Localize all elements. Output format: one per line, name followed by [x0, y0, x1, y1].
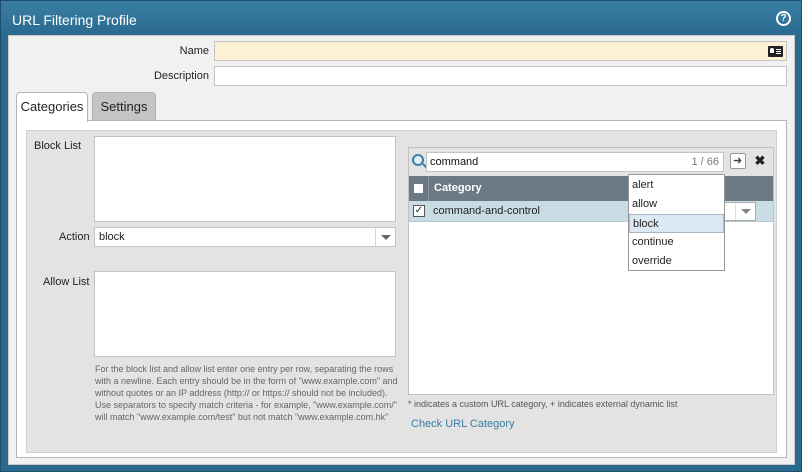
allow-list-label: Allow List [43, 276, 90, 288]
title-bar: URL Filtering Profile ? [1, 1, 801, 35]
list-help-text: For the block list and allow list enter … [95, 364, 398, 422]
search-result-count: 1 / 66 [691, 156, 719, 168]
dropdown-option-allow[interactable]: allow [629, 195, 724, 214]
search-bar: command 1 / 66 ✖ [409, 148, 773, 176]
row-checkbox[interactable]: ✓ [413, 205, 425, 217]
help-icon[interactable]: ? [776, 11, 791, 26]
category-cell: command-and-control [433, 205, 540, 217]
action-select-value: block [99, 231, 125, 243]
action-dropdown-menu: alert allow block continue override [628, 174, 725, 271]
action-label: Action [59, 231, 90, 243]
tab-settings[interactable]: Settings [92, 92, 156, 121]
description-field[interactable] [214, 66, 787, 86]
go-arrow-icon[interactable] [730, 153, 746, 169]
clear-filter-icon[interactable]: ✖ [752, 153, 768, 169]
url-filtering-profile-dialog: URL Filtering Profile ? Name Description… [0, 0, 802, 472]
search-icon [412, 154, 424, 166]
tab-categories[interactable]: Categories [16, 92, 88, 122]
category-search-input[interactable]: command 1 / 66 [426, 152, 724, 172]
description-label: Description [153, 70, 209, 82]
dropdown-option-block[interactable]: block [629, 214, 724, 233]
categories-panel: Block List Action block Allow List For t… [16, 120, 787, 458]
check-url-category-link[interactable]: Check URL Category [411, 418, 515, 430]
action-select[interactable]: block [94, 227, 396, 247]
block-list-label: Block List [34, 140, 82, 152]
allow-list-textarea[interactable] [94, 271, 396, 357]
name-field[interactable] [214, 41, 787, 61]
block-list-textarea[interactable] [94, 136, 396, 222]
id-card-icon[interactable] [768, 46, 783, 57]
dropdown-option-alert[interactable]: alert [629, 176, 724, 195]
dropdown-option-continue[interactable]: continue [629, 233, 724, 252]
dialog-title: URL Filtering Profile [12, 12, 137, 28]
category-footnote: * indicates a custom URL category, + ind… [408, 399, 678, 409]
dropdown-option-override[interactable]: override [629, 252, 724, 271]
select-all-checkbox[interactable] [413, 183, 424, 194]
chevron-down-icon[interactable] [375, 228, 395, 246]
column-header-category[interactable]: Category [428, 176, 658, 201]
name-label: Name [179, 45, 209, 57]
chevron-down-icon[interactable] [735, 203, 755, 220]
search-query: command [430, 156, 479, 168]
